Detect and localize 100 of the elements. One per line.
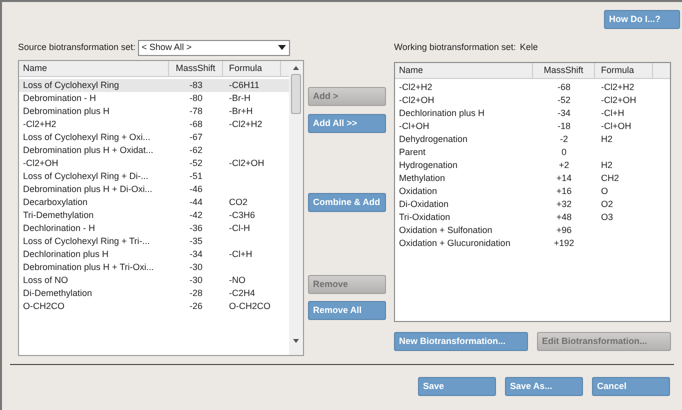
table-cell-text: -Cl2+OH	[228, 157, 266, 170]
table-cell-text: CO2	[228, 196, 249, 209]
table-cell-text: +48	[555, 211, 573, 224]
table-cell-text: Dechlorination plus H	[22, 248, 110, 261]
table-cell-text: Hydrogenation	[398, 159, 459, 172]
table-cell-text: H2	[600, 133, 614, 146]
table-cell-text: Tri-Demethylation	[22, 209, 95, 222]
table-cell-text: Debromination - H	[22, 92, 98, 105]
table-cell-text: -Cl+OH	[398, 120, 430, 133]
scroll-up-icon[interactable]	[293, 66, 299, 70]
table-cell-text: Dehydrogenation	[398, 133, 469, 146]
table-cell-text: Decarboxylation	[22, 196, 89, 209]
table-cell-text: -C3H6	[228, 209, 256, 222]
table-cell-text: Tri-Oxidation	[398, 211, 452, 224]
footer-button[interactable]: Save As...	[505, 377, 583, 396]
table-cell-text: Dechlorination plus H	[398, 107, 486, 120]
table-cell-text: Methylation	[398, 172, 446, 185]
column-header[interactable]: Formula	[223, 61, 281, 76]
help-button[interactable]: How Do I...?	[604, 10, 680, 29]
table-cell-text: -Cl2+H2	[228, 118, 264, 131]
table-cell-text: -Cl+OH	[600, 120, 632, 133]
table-cell-text: -C2H4	[228, 287, 256, 300]
scroll-down-icon[interactable]	[293, 339, 299, 343]
table-cell-text: -NO	[228, 274, 246, 287]
table-cell-text: +16	[555, 185, 573, 198]
table-cell-text: Debromination plus H	[22, 105, 111, 118]
table-cell-text: Loss of Cyclohexyl Ring + Oxi...	[22, 131, 152, 144]
table-cell-text: O3	[600, 211, 614, 224]
table-cell-text: CH2	[600, 172, 620, 185]
footer-button[interactable]: Cancel	[592, 377, 670, 396]
table-cell-text: -36	[188, 222, 204, 235]
table-cell-text: -52	[556, 94, 572, 107]
table-cell-text: -Cl2+H2	[398, 81, 434, 94]
table-cell-text: -52	[188, 157, 204, 170]
table-cell-text: -62	[188, 144, 204, 157]
action-button[interactable]: Combine & Add	[308, 193, 386, 212]
table-cell-text: -30	[188, 274, 204, 287]
column-header[interactable]: Name	[395, 63, 533, 78]
table-cell-text: -Cl+H	[228, 248, 254, 261]
table-cell-text: -80	[188, 92, 204, 105]
column-header[interactable]: MassShift	[533, 63, 595, 78]
action-button[interactable]: Remove All	[308, 301, 386, 320]
scrollbar-thumb[interactable]	[291, 74, 301, 114]
table-cell-text: +14	[555, 172, 573, 185]
table-cell-text: -2	[558, 133, 569, 146]
table-cell-text: Oxidation + Sulfonation	[398, 224, 494, 237]
table-cell-text: H2	[600, 159, 614, 172]
table-cell-text: Oxidation	[398, 185, 438, 198]
table-cell-text: +192	[552, 237, 576, 250]
table-cell-text: -Br+H	[228, 105, 254, 118]
table-cell-text: -Cl2+H2	[22, 118, 58, 131]
table-cell-text: Loss of Cyclohexyl Ring + Tri-...	[22, 235, 151, 248]
table-cell-text: -18	[556, 120, 572, 133]
table-cell-text: -34	[556, 107, 572, 120]
column-header[interactable]: MassShift	[169, 61, 223, 76]
table-cell-text: -68	[556, 81, 572, 94]
table-cell-text: -35	[188, 235, 204, 248]
column-header[interactable]: Name	[19, 61, 169, 76]
table-cell-text: -78	[188, 105, 204, 118]
table-cell-text: Di-Oxidation	[398, 198, 450, 211]
table-cell-text: Debromination plus H + Di-Oxi...	[22, 183, 154, 196]
table-cell-text: -83	[188, 79, 204, 92]
table-cell-text: O-CH2CO	[228, 300, 272, 313]
table-cell-text: -Cl2+H2	[600, 81, 636, 94]
edit-button[interactable]: New Biotransformation...	[394, 332, 528, 351]
table-cell-text: Debromination plus H + Oxidat...	[22, 144, 154, 157]
table-cell-text: Loss of Cyclohexyl Ring	[22, 79, 120, 92]
table-cell-text: -Cl+H	[600, 107, 626, 120]
table-cell-text: -C6H11	[228, 79, 260, 92]
table-cell-text: -Cl-H	[228, 222, 251, 235]
table-cell-text: -Cl2+OH	[600, 94, 638, 107]
column-header[interactable]: Formula	[595, 63, 653, 78]
table-cell-text: -51	[188, 170, 204, 183]
table-cell-text: O	[600, 185, 610, 198]
table-cell-text: -Cl2+OH	[398, 94, 436, 107]
source-set-dropdown[interactable]: < Show All >	[138, 40, 290, 56]
scrollbar[interactable]	[289, 61, 303, 355]
table-cell-text: Loss of Cyclohexyl Ring + Di-...	[22, 170, 150, 183]
table-cell-text: Parent	[398, 146, 427, 159]
table-cell-text: O-CH2CO	[22, 300, 66, 313]
table-cell-text: +2	[558, 159, 570, 172]
table-cell-text: Oxidation + Glucuronidation	[398, 237, 512, 250]
footer-button[interactable]: Save	[418, 377, 496, 396]
working-set-label: Working biotransformation set:	[394, 41, 516, 54]
source-set-label: Source biotransformation set:	[18, 41, 136, 54]
table-cell-text: -46	[188, 183, 204, 196]
table-cell-text: -28	[188, 287, 204, 300]
table-cell-text: -Cl2+OH	[22, 157, 60, 170]
table-cell-text: 0	[560, 146, 568, 159]
dropdown-arrow-icon	[278, 45, 286, 51]
action-button[interactable]: Add All >>	[308, 114, 386, 133]
table-cell-text: +32	[555, 198, 573, 211]
table-cell-text: -34	[188, 248, 204, 261]
table-cell-text: -68	[188, 118, 204, 131]
table-cell-text: -67	[188, 131, 204, 144]
table-cell-text: O2	[600, 198, 614, 211]
working-set-name: Kele	[520, 41, 538, 54]
table-cell-text: Dechlorination - H	[22, 222, 96, 235]
table-cell-text: Di-Demethylation	[22, 287, 94, 300]
table-cell-text: -26	[188, 300, 204, 313]
